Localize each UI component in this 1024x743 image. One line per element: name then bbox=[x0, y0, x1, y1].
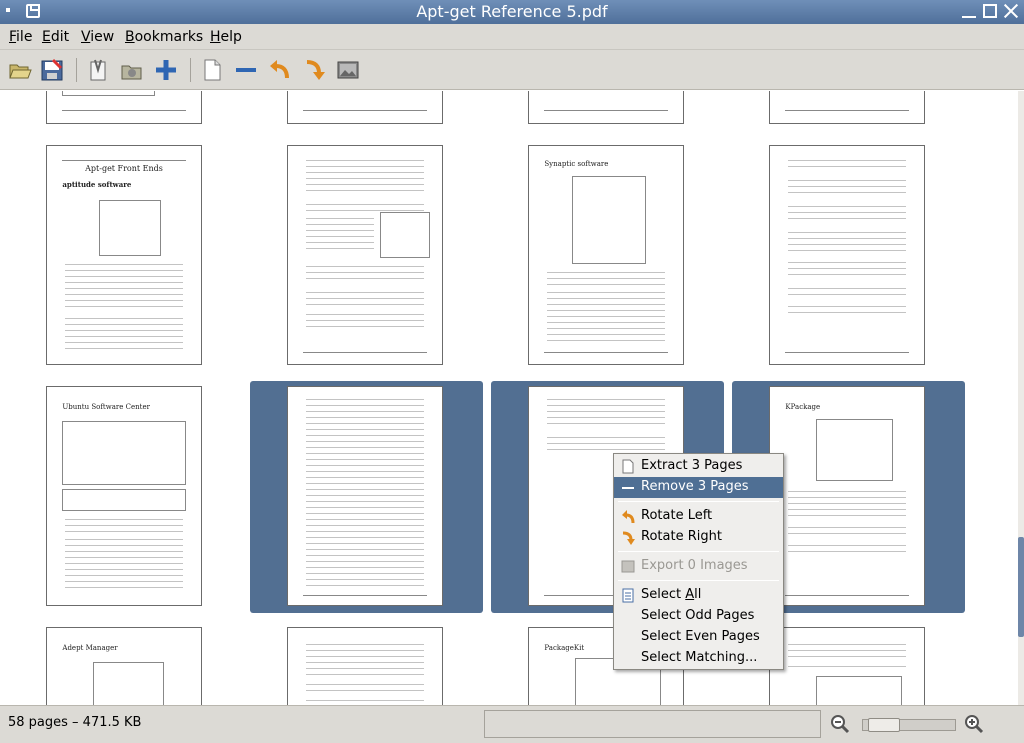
menu-item-select-even[interactable]: Select Even Pages bbox=[614, 627, 783, 648]
page-thumbnail[interactable] bbox=[287, 145, 443, 365]
menu-bookmarks[interactable]: Bookmarks bbox=[125, 29, 203, 45]
status-text: 58 pages – 471.5 KB bbox=[8, 715, 142, 730]
page-thumbnail[interactable]: KPackage bbox=[769, 386, 925, 606]
minus-icon bbox=[621, 480, 635, 495]
page-thumbnail[interactable] bbox=[769, 627, 925, 705]
toolbar bbox=[0, 50, 1024, 90]
zoom-out-icon[interactable] bbox=[830, 714, 850, 734]
scrollbar-thumb[interactable] bbox=[1018, 537, 1024, 637]
rotate-right-icon bbox=[621, 530, 635, 545]
menu-item-select-all[interactable]: Select All bbox=[614, 585, 783, 606]
add-icon[interactable] bbox=[154, 58, 178, 82]
select-all-icon bbox=[621, 588, 635, 603]
properties-icon[interactable] bbox=[86, 58, 110, 82]
menu-item-export-images[interactable]: Export 0 Images bbox=[614, 556, 783, 577]
zoom-slider[interactable] bbox=[862, 718, 956, 732]
image-icon bbox=[621, 559, 635, 574]
remove-icon[interactable] bbox=[234, 58, 258, 82]
menu-file[interactable]: File bbox=[9, 29, 32, 45]
page-thumbnail[interactable]: Apt-get Front Ends aptitude software bbox=[46, 145, 202, 365]
context-menu: Extract 3 Pages Remove 3 Pages Rotate Le… bbox=[613, 453, 784, 670]
maximize-icon[interactable] bbox=[983, 4, 997, 18]
menu-bar: File Edit View Bookmarks Help bbox=[0, 24, 1024, 50]
menu-view[interactable]: View bbox=[81, 29, 114, 45]
page-thumbnail[interactable] bbox=[46, 91, 202, 124]
page-thumbnail[interactable] bbox=[287, 386, 443, 606]
open-icon[interactable] bbox=[8, 58, 32, 82]
page-thumbnail[interactable]: Adept Manager bbox=[46, 627, 202, 705]
page-thumbnail[interactable]: Ubuntu Software Center bbox=[46, 386, 202, 606]
page-thumbnail[interactable] bbox=[769, 91, 925, 124]
window-title: Apt-get Reference 5.pdf bbox=[416, 2, 608, 21]
page-thumbnail[interactable]: Synaptic software bbox=[528, 145, 684, 365]
minimize-icon[interactable] bbox=[962, 4, 976, 18]
menu-item-rotate-left[interactable]: Rotate Left bbox=[614, 506, 783, 527]
vertical-scrollbar[interactable] bbox=[1018, 91, 1024, 705]
status-field bbox=[484, 710, 821, 738]
zoom-in-icon[interactable] bbox=[964, 714, 984, 734]
import-icon[interactable] bbox=[120, 58, 144, 82]
page-thumbnail[interactable] bbox=[287, 627, 443, 705]
zoom-slider-handle[interactable] bbox=[868, 718, 900, 732]
page-icon bbox=[621, 459, 635, 474]
page-thumbnail[interactable] bbox=[287, 91, 443, 124]
rotate-right-icon[interactable] bbox=[302, 58, 326, 82]
menu-item-select-odd[interactable]: Select Odd Pages bbox=[614, 606, 783, 627]
export-images-icon[interactable] bbox=[336, 58, 360, 82]
menu-item-extract[interactable]: Extract 3 Pages bbox=[614, 456, 783, 477]
page-thumbnail[interactable] bbox=[769, 145, 925, 365]
rotate-left-icon bbox=[621, 509, 635, 524]
menu-item-rotate-right[interactable]: Rotate Right bbox=[614, 527, 783, 548]
save-icon[interactable] bbox=[40, 58, 64, 82]
new-page-icon[interactable] bbox=[200, 58, 224, 82]
menu-item-select-matching[interactable]: Select Matching... bbox=[614, 648, 783, 669]
menu-edit[interactable]: Edit bbox=[42, 29, 69, 45]
rotate-left-icon[interactable] bbox=[268, 58, 292, 82]
close-icon[interactable] bbox=[1004, 4, 1018, 18]
page-thumbnail-grid[interactable]: Apt-get Front Ends aptitude software Syn… bbox=[0, 91, 1018, 705]
menu-help[interactable]: Help bbox=[210, 29, 242, 45]
title-bar: Apt-get Reference 5.pdf bbox=[0, 0, 1024, 24]
status-bar: 58 pages – 471.5 KB bbox=[0, 705, 1024, 743]
menu-item-remove[interactable]: Remove 3 Pages bbox=[614, 477, 783, 498]
page-thumbnail[interactable] bbox=[528, 91, 684, 124]
